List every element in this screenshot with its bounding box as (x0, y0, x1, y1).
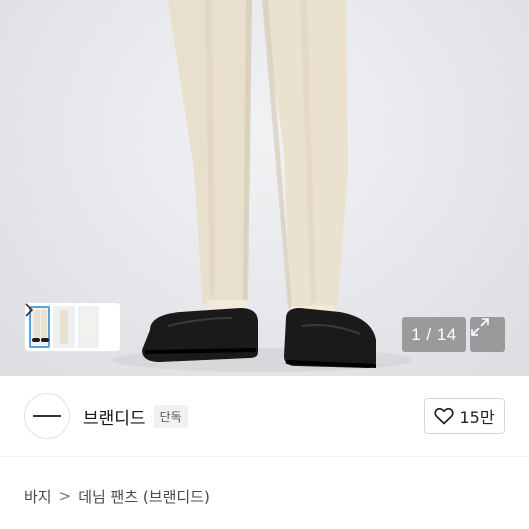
thumbnail-strip[interactable] (24, 302, 121, 352)
divider (0, 456, 529, 457)
breadcrumb-item-denim[interactable]: 데님 팬츠 (브랜디드) (78, 486, 210, 507)
like-button[interactable]: 15만 (424, 398, 505, 434)
product-title (24, 519, 514, 529)
breadcrumb-item-pants[interactable]: 바지 (24, 486, 52, 507)
shop-name[interactable]: 브랜디드 (83, 404, 146, 429)
image-counter: 1 / 14 (402, 317, 466, 352)
breadcrumb-separator: > (58, 487, 72, 505)
thumbnail-2[interactable] (53, 306, 75, 348)
chevron-right-icon[interactable] (25, 303, 114, 335)
thumbnail-3[interactable] (77, 306, 100, 348)
expand-arrows-icon (471, 318, 489, 336)
expand-button[interactable] (470, 317, 505, 352)
breadcrumb: 바지 > 데님 팬츠 (브랜디드) (24, 484, 210, 508)
exclusive-badge: 단독 (153, 404, 188, 428)
shop-avatar[interactable] (24, 393, 70, 439)
shop-info: 브랜디드 단독 15만 (0, 376, 529, 456)
product-image[interactable]: 1 / 14 (0, 0, 529, 376)
heart-outline-icon (434, 407, 455, 425)
like-count: 15만 (459, 408, 495, 427)
